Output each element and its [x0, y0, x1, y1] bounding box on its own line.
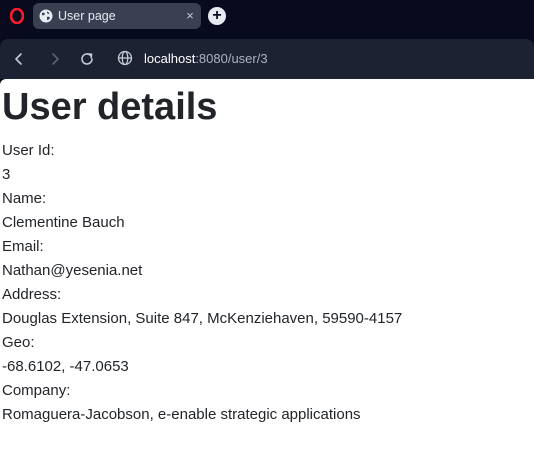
browser-chrome: User page × + localhost:8080/user/3 [0, 0, 534, 79]
tab-bar: User page × + [0, 0, 534, 34]
field-value-name: Clementine Bauch [2, 214, 125, 231]
field-label-geo: Geo: [2, 334, 35, 351]
field-label-company: Company: [2, 382, 71, 399]
field-value-email: Nathan@yesenia.net [2, 262, 143, 279]
arrow-left-icon[interactable] [10, 50, 28, 68]
globe-icon[interactable] [117, 50, 133, 66]
tab-user-page[interactable]: User page × [33, 3, 201, 29]
browser-toolbar: localhost:8080/user/3 [0, 39, 534, 79]
field-label-address: Address: [2, 286, 62, 303]
field-value-geo: -68.6102, -47.0653 [2, 358, 129, 375]
field-label-user-id: User Id: [2, 142, 55, 159]
tab-close-icon[interactable]: × [183, 8, 197, 24]
new-tab-button[interactable]: + [208, 7, 226, 25]
field-value-company: Romaguera-Jacobson, e-enable strategic a… [2, 406, 361, 423]
page-content: User details User Id: 3 Name: Clementine… [0, 79, 534, 466]
opera-logo-icon[interactable] [10, 8, 24, 24]
user-details-list: User Id: 3 Name: Clementine Bauch Email:… [2, 139, 402, 427]
field-label-email: Email: [2, 238, 44, 255]
reload-icon[interactable] [78, 50, 96, 68]
url-path: :8080/user/3 [195, 51, 268, 66]
page-title: User details [2, 86, 218, 128]
field-value-address: Douglas Extension, Suite 847, McKenzieha… [2, 310, 403, 327]
address-bar[interactable]: localhost:8080/user/3 [144, 51, 268, 67]
url-host: localhost [144, 51, 196, 66]
field-label-name: Name: [2, 190, 47, 207]
field-value-user-id: 3 [2, 166, 11, 183]
arrow-right-icon[interactable] [46, 50, 64, 68]
globe-icon [39, 9, 53, 23]
tab-title: User page [58, 9, 116, 23]
